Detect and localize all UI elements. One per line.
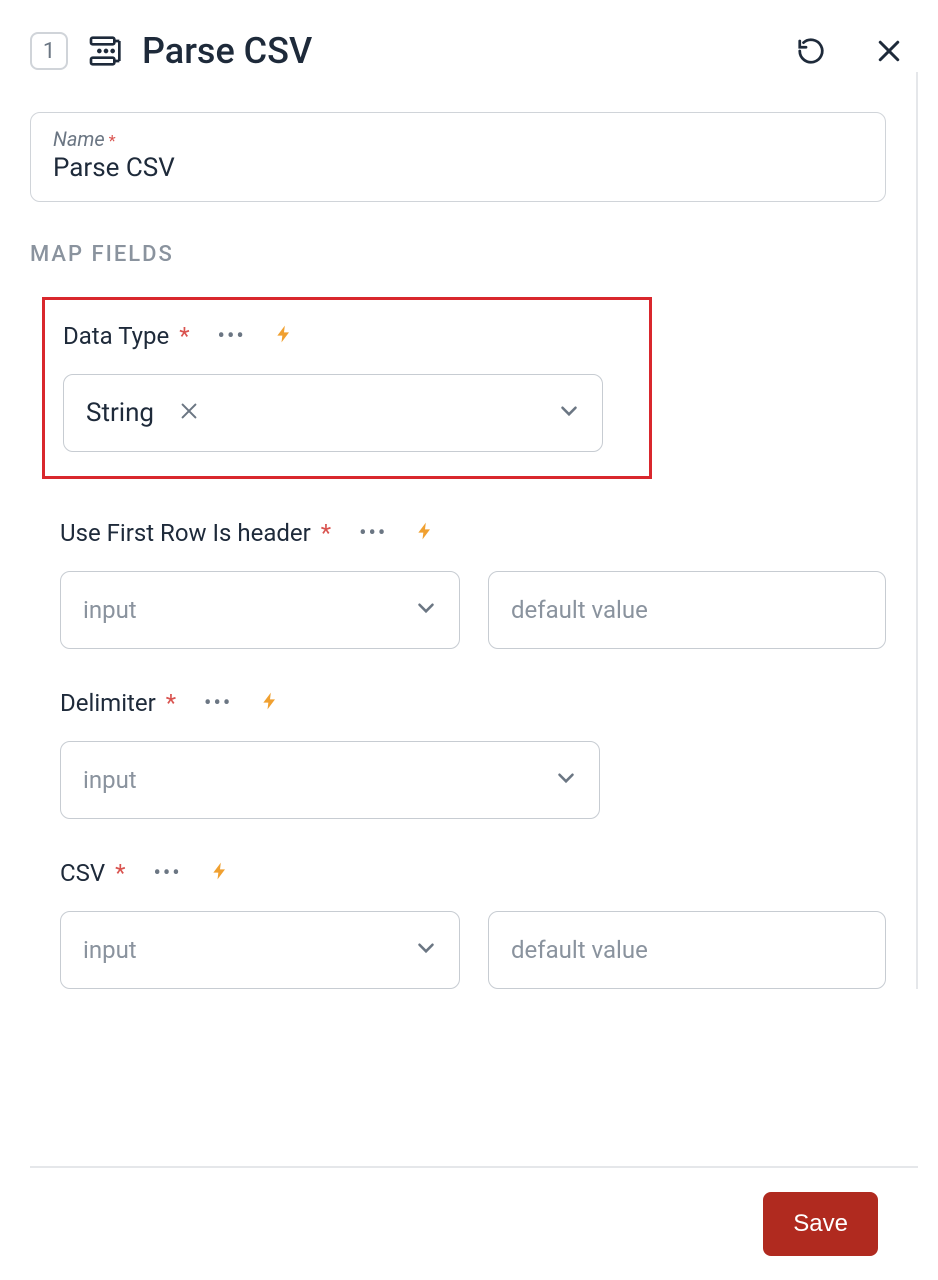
refresh-button[interactable]: [792, 32, 830, 70]
more-icon[interactable]: •••: [359, 521, 387, 546]
save-button[interactable]: Save: [763, 1192, 878, 1256]
first-row-default-placeholder: default value: [511, 596, 648, 624]
required-asterisk: *: [179, 322, 189, 350]
csv-input-select[interactable]: input: [60, 911, 460, 989]
step-badge: 1: [30, 32, 68, 70]
delimiter-field: Delimiter * ••• input: [60, 689, 886, 819]
more-icon[interactable]: •••: [153, 861, 181, 886]
section-heading: MAP FIELDS: [30, 242, 886, 267]
first-row-label: Use First Row Is header *: [60, 519, 331, 547]
more-icon[interactable]: •••: [218, 324, 246, 349]
first-row-field: Use First Row Is header * ••• input defa…: [60, 519, 886, 649]
first-row-input-placeholder: input: [83, 596, 137, 624]
data-type-field: Data Type * ••• String: [42, 297, 652, 479]
delimiter-label: Delimiter *: [60, 689, 176, 717]
csv-label: CSV *: [60, 859, 125, 887]
bolt-icon[interactable]: [415, 519, 435, 547]
delimiter-input-placeholder: input: [83, 766, 137, 794]
flow-icon: [86, 31, 126, 71]
required-asterisk: *: [115, 859, 125, 887]
name-value: Parse CSV: [53, 153, 863, 183]
delimiter-input-select[interactable]: input: [60, 741, 600, 819]
refresh-icon: [796, 36, 826, 66]
csv-default-input[interactable]: default value: [488, 911, 886, 989]
chevron-down-icon: [413, 595, 439, 625]
required-asterisk: *: [109, 131, 116, 150]
name-label: Name: [53, 127, 105, 151]
panel-header: 1 Parse CSV: [0, 0, 938, 72]
data-type-label: Data Type *: [63, 322, 190, 350]
chevron-down-icon: [553, 765, 579, 795]
panel-title: Parse CSV: [142, 30, 792, 72]
data-type-select[interactable]: String: [63, 374, 603, 452]
csv-default-placeholder: default value: [511, 936, 648, 964]
panel-body: Name* Parse CSV MAP FIELDS Data Type * •…: [0, 72, 918, 989]
bolt-icon[interactable]: [210, 859, 230, 887]
panel-footer: Save: [30, 1166, 918, 1280]
name-field[interactable]: Name* Parse CSV: [30, 112, 886, 202]
required-asterisk: *: [321, 519, 331, 547]
close-button[interactable]: [870, 32, 908, 70]
chevron-down-icon: [556, 398, 582, 428]
csv-input-placeholder: input: [83, 936, 137, 964]
csv-field: CSV * ••• input default value: [60, 859, 886, 989]
chevron-down-icon: [413, 935, 439, 965]
first-row-input-select[interactable]: input: [60, 571, 460, 649]
more-icon[interactable]: •••: [204, 691, 232, 716]
clear-icon[interactable]: [178, 400, 200, 426]
data-type-value: String: [86, 398, 154, 428]
required-asterisk: *: [166, 689, 176, 717]
bolt-icon[interactable]: [260, 689, 280, 717]
close-icon: [874, 36, 904, 66]
first-row-default-input[interactable]: default value: [488, 571, 886, 649]
bolt-icon[interactable]: [274, 322, 294, 350]
